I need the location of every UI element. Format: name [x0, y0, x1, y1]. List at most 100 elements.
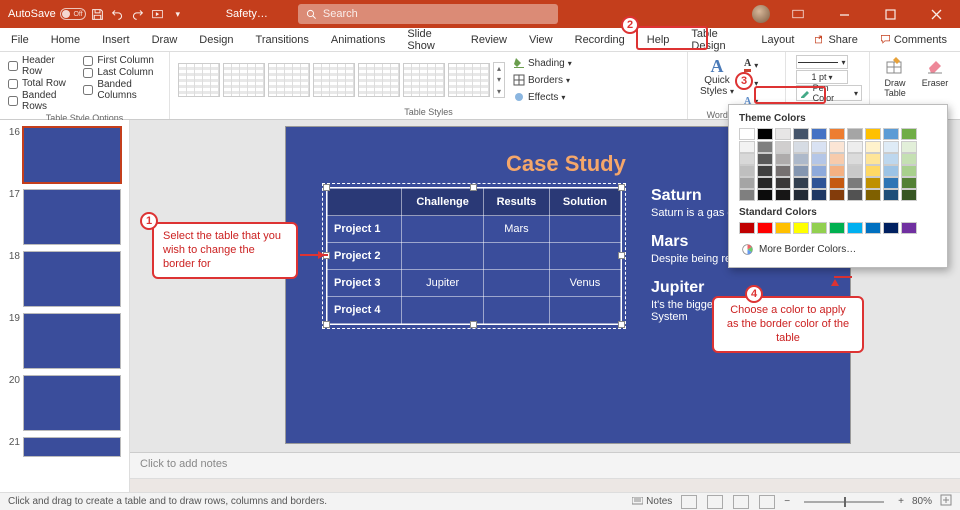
- tab-file[interactable]: File: [0, 29, 40, 51]
- color-swatch[interactable]: [883, 189, 899, 201]
- table-style-gallery[interactable]: ▴▾▾: [178, 62, 505, 98]
- color-swatch[interactable]: [793, 165, 809, 177]
- thumbnail-panel[interactable]: 16 17 18 19 20 21: [0, 120, 130, 492]
- color-swatch[interactable]: [829, 165, 845, 177]
- user-avatar[interactable]: [752, 5, 770, 23]
- slide-table[interactable]: Challenge Results Solution Project 1Mars…: [326, 187, 622, 325]
- color-swatch[interactable]: [793, 153, 809, 165]
- tab-transitions[interactable]: Transitions: [245, 29, 320, 51]
- color-swatch[interactable]: [829, 177, 845, 189]
- tab-animations[interactable]: Animations: [320, 29, 396, 51]
- color-swatch[interactable]: [793, 222, 809, 234]
- color-swatch[interactable]: [739, 128, 755, 140]
- color-swatch[interactable]: [811, 222, 827, 234]
- color-swatch[interactable]: [847, 141, 863, 153]
- color-swatch[interactable]: [901, 153, 917, 165]
- effects-button[interactable]: Effects ▾: [511, 89, 574, 105]
- color-swatch[interactable]: [757, 189, 773, 201]
- opt-header-row[interactable]: Header Row: [8, 55, 73, 77]
- color-swatch[interactable]: [793, 189, 809, 201]
- color-swatch[interactable]: [883, 128, 899, 140]
- notes-button[interactable]: Notes: [632, 496, 672, 507]
- color-swatch[interactable]: [901, 165, 917, 177]
- tab-review[interactable]: Review: [460, 29, 518, 51]
- color-swatch[interactable]: [811, 165, 827, 177]
- maximize-icon[interactable]: [872, 0, 908, 28]
- color-swatch[interactable]: [739, 141, 755, 153]
- color-swatch[interactable]: [865, 189, 881, 201]
- color-swatch[interactable]: [775, 165, 791, 177]
- color-swatch[interactable]: [901, 141, 917, 153]
- color-swatch[interactable]: [757, 141, 773, 153]
- sorter-view-icon[interactable]: [707, 495, 723, 509]
- color-swatch[interactable]: [847, 222, 863, 234]
- color-swatch[interactable]: [739, 165, 755, 177]
- color-swatch[interactable]: [847, 177, 863, 189]
- color-swatch[interactable]: [865, 222, 881, 234]
- color-swatch[interactable]: [757, 222, 773, 234]
- opt-first-col[interactable]: First Column: [83, 55, 161, 66]
- close-icon[interactable]: [918, 0, 954, 28]
- color-swatch[interactable]: [883, 153, 899, 165]
- pen-style-button[interactable]: ▾: [796, 55, 848, 69]
- color-swatch[interactable]: [829, 153, 845, 165]
- color-swatch[interactable]: [901, 189, 917, 201]
- slide-thumb-17[interactable]: [23, 189, 121, 245]
- reading-view-icon[interactable]: [733, 495, 749, 509]
- pen-width-button[interactable]: 1 pt▾: [796, 70, 848, 84]
- color-swatch[interactable]: [865, 141, 881, 153]
- color-swatch[interactable]: [757, 153, 773, 165]
- slide-thumb-18[interactable]: [23, 251, 121, 307]
- opt-total-row[interactable]: Total Row: [8, 78, 73, 89]
- color-swatch[interactable]: [793, 128, 809, 140]
- color-swatch[interactable]: [883, 177, 899, 189]
- color-swatch[interactable]: [811, 128, 827, 140]
- color-swatch[interactable]: [865, 165, 881, 177]
- notes-pane[interactable]: Click to add notes: [130, 452, 960, 478]
- from-beginning-icon[interactable]: [150, 6, 166, 22]
- color-swatch[interactable]: [865, 177, 881, 189]
- color-swatch[interactable]: [847, 165, 863, 177]
- color-swatch[interactable]: [865, 128, 881, 140]
- tab-view[interactable]: View: [518, 29, 564, 51]
- tab-layout[interactable]: Layout: [750, 29, 805, 51]
- shading-button[interactable]: Shading ▾: [511, 55, 574, 71]
- zoom-slider[interactable]: [804, 501, 884, 503]
- borders-button[interactable]: Borders ▾: [511, 72, 574, 88]
- color-swatch[interactable]: [811, 177, 827, 189]
- color-swatch[interactable]: [847, 153, 863, 165]
- color-swatch[interactable]: [847, 189, 863, 201]
- fit-to-window-icon[interactable]: [940, 494, 952, 509]
- zoom-in-icon[interactable]: +: [898, 496, 904, 507]
- color-swatch[interactable]: [847, 128, 863, 140]
- color-swatch[interactable]: [811, 189, 827, 201]
- tab-home[interactable]: Home: [40, 29, 91, 51]
- slide-thumb-19[interactable]: [23, 313, 121, 369]
- ribbon-display-icon[interactable]: [780, 0, 816, 28]
- slide-thumb-16[interactable]: [23, 127, 121, 183]
- color-swatch[interactable]: [829, 128, 845, 140]
- opt-last-col[interactable]: Last Column: [83, 67, 161, 78]
- color-swatch[interactable]: [829, 189, 845, 201]
- color-swatch[interactable]: [883, 222, 899, 234]
- zoom-level[interactable]: 80%: [912, 496, 932, 507]
- color-swatch[interactable]: [757, 177, 773, 189]
- zoom-out-icon[interactable]: −: [784, 496, 790, 507]
- color-swatch[interactable]: [739, 177, 755, 189]
- more-border-colors[interactable]: More Border Colors…: [739, 240, 937, 259]
- tab-insert[interactable]: Insert: [91, 29, 141, 51]
- opt-banded-rows[interactable]: Banded Rows: [8, 90, 73, 112]
- color-swatch[interactable]: [775, 222, 791, 234]
- color-swatch[interactable]: [757, 128, 773, 140]
- opt-banded-cols[interactable]: Banded Columns: [83, 79, 161, 101]
- undo-icon[interactable]: [110, 6, 126, 22]
- color-swatch[interactable]: [901, 177, 917, 189]
- minimize-icon[interactable]: [826, 0, 862, 28]
- slide-thumb-20[interactable]: [23, 375, 121, 431]
- share-button[interactable]: Share: [805, 30, 866, 50]
- horizontal-scrollbar[interactable]: [130, 478, 960, 492]
- color-swatch[interactable]: [775, 177, 791, 189]
- qat-more-icon[interactable]: ▾: [170, 6, 186, 22]
- color-swatch[interactable]: [739, 222, 755, 234]
- tab-help[interactable]: Help: [636, 29, 681, 51]
